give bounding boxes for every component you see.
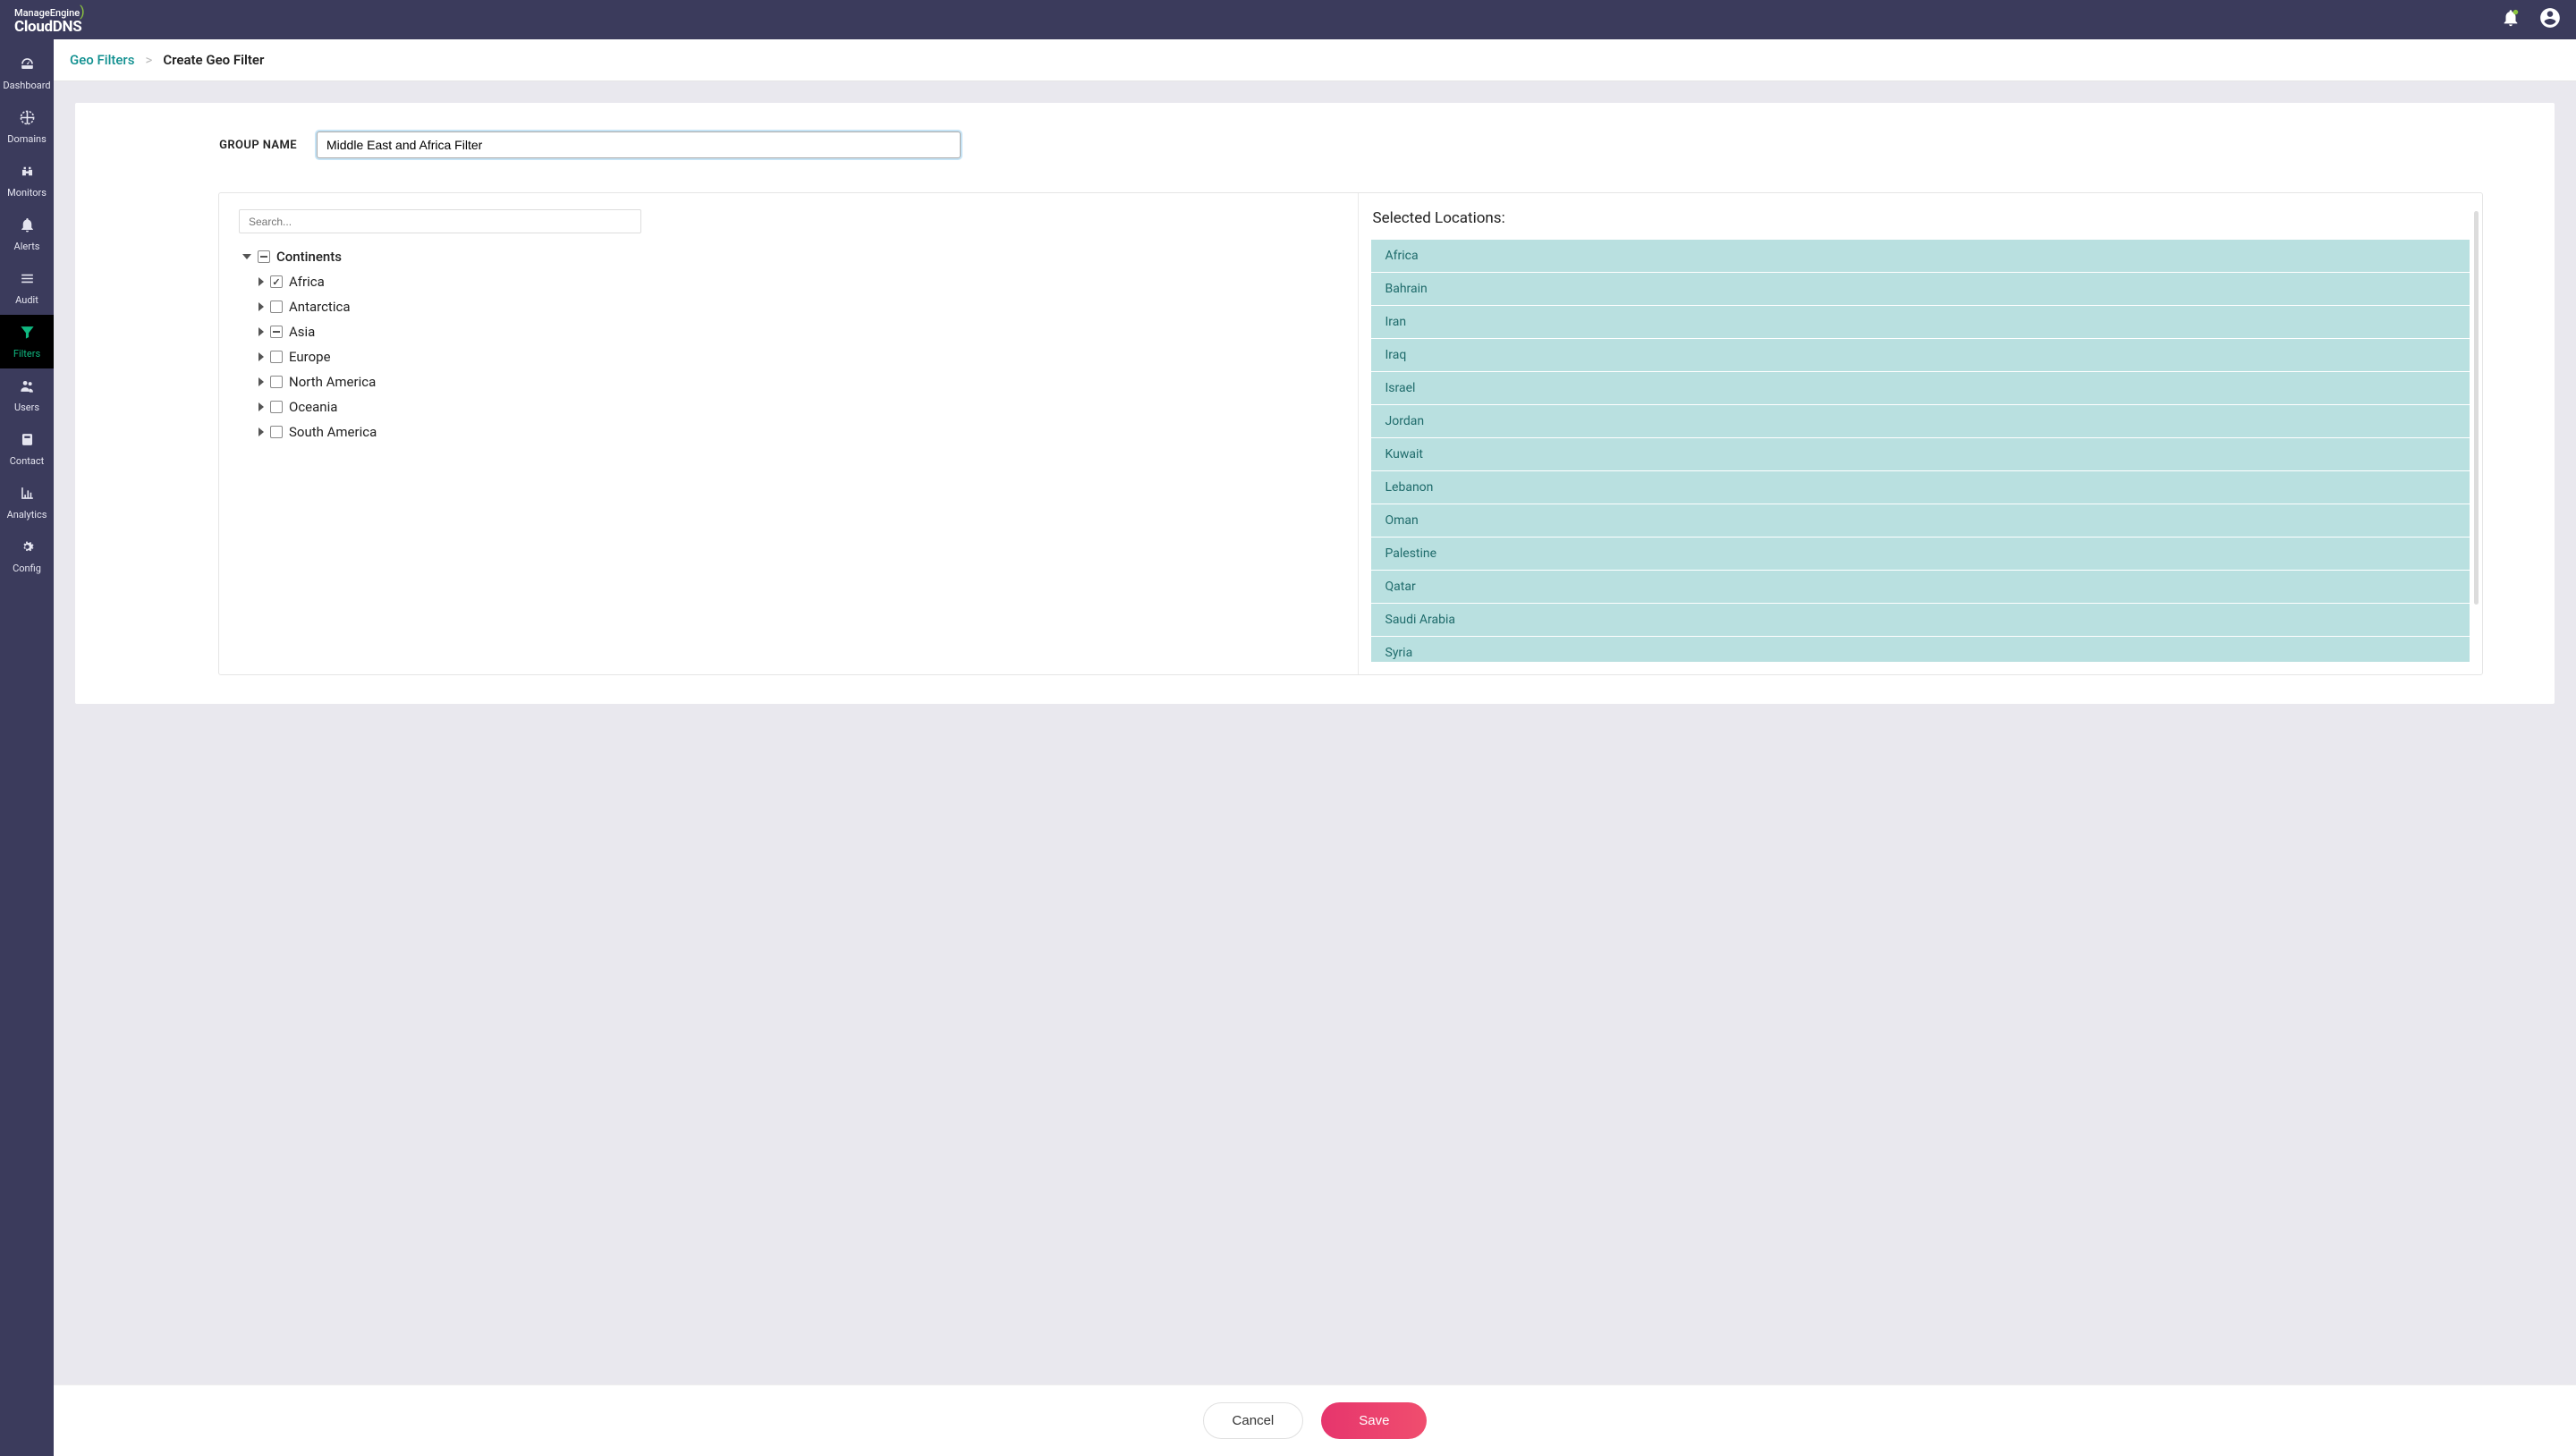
continent-checkbox[interactable] (270, 426, 283, 438)
footer-actions: Cancel Save (54, 1384, 2576, 1456)
gears-icon (19, 538, 36, 558)
sidebar-item-domains[interactable]: Domains (0, 100, 54, 154)
selected-location-item[interactable]: Jordan (1371, 405, 2470, 437)
logo-bottom: CloudDNS (14, 19, 85, 36)
expand-icon[interactable] (242, 254, 251, 259)
scrollbar[interactable] (2474, 211, 2479, 605)
tree-node-antarctica[interactable]: Antarctica (239, 294, 1338, 319)
sidebar-item-filters[interactable]: Filters (0, 315, 54, 368)
sidebar-item-label: Dashboard (3, 80, 50, 91)
sidebar-item-label: Filters (13, 348, 40, 360)
card-icon (19, 431, 36, 451)
sidebar-item-label: Analytics (7, 509, 47, 521)
continent-label: Asia (289, 324, 315, 340)
save-button[interactable]: Save (1321, 1402, 1427, 1439)
expand-icon[interactable] (258, 352, 264, 361)
breadcrumb: Geo Filters > Create Geo Filter (54, 39, 2576, 81)
users-icon (19, 377, 36, 397)
tree-node-europe[interactable]: Europe (239, 344, 1338, 369)
selected-location-item[interactable]: Iraq (1371, 339, 2470, 371)
tree-node-south-america[interactable]: South America (239, 419, 1338, 444)
notifications-icon[interactable] (2501, 8, 2521, 31)
continent-checkbox[interactable] (270, 401, 283, 413)
tree-node-north-america[interactable]: North America (239, 369, 1338, 394)
continent-label: Europe (289, 349, 331, 365)
tree-node-africa[interactable]: Africa (239, 269, 1338, 294)
continents-checkbox[interactable] (258, 250, 270, 263)
chart-icon (19, 485, 36, 504)
expand-icon[interactable] (258, 402, 264, 411)
sidebar-item-label: Contact (10, 455, 44, 467)
breadcrumb-separator: > (145, 52, 152, 68)
bell-icon (19, 216, 36, 236)
continent-checkbox[interactable] (270, 275, 283, 288)
location-tree: Continents Africa Antarctica Asia Europe Nor… (239, 244, 1338, 658)
selected-locations-title: Selected Locations: (1371, 209, 2470, 227)
sidebar: Dashboard Domains Monitors Alerts Audit Filte… (0, 39, 54, 1456)
sidebar-item-label: Alerts (14, 241, 40, 252)
tree-root-continents[interactable]: Continents (239, 244, 1338, 269)
continent-label: North America (289, 374, 376, 390)
selected-location-item[interactable]: Syria (1371, 637, 2470, 662)
expand-icon[interactable] (258, 302, 264, 311)
sidebar-item-monitors[interactable]: Monitors (0, 154, 54, 207)
list-icon (19, 270, 36, 290)
sidebar-item-users[interactable]: Users (0, 368, 54, 422)
breadcrumb-parent-link[interactable]: Geo Filters (70, 52, 134, 68)
continent-checkbox[interactable] (270, 351, 283, 363)
logo-top: ManageEngine (14, 7, 80, 19)
logo: ManageEngine) CloudDNS (14, 4, 85, 36)
selected-location-item[interactable]: Palestine (1371, 538, 2470, 570)
selected-location-item[interactable]: Africa (1371, 240, 2470, 272)
sidebar-item-config[interactable]: Config (0, 529, 54, 583)
tree-node-oceania[interactable]: Oceania (239, 394, 1338, 419)
selected-locations-list: AfricaBahrainIranIraqIsraelJordanKuwaitL… (1371, 240, 2470, 662)
gauge-icon (19, 55, 36, 75)
sidebar-item-label: Audit (15, 294, 38, 306)
sidebar-item-label: Monitors (7, 187, 47, 199)
expand-icon[interactable] (258, 327, 264, 336)
create-geo-filter-panel: GROUP NAME Continents (75, 103, 2555, 704)
selected-location-item[interactable]: Qatar (1371, 571, 2470, 603)
sidebar-item-audit[interactable]: Audit (0, 261, 54, 315)
continent-label: Africa (289, 274, 325, 290)
expand-icon[interactable] (258, 427, 264, 436)
group-name-label: GROUP NAME (129, 139, 317, 152)
selected-location-item[interactable]: Saudi Arabia (1371, 604, 2470, 636)
selected-location-item[interactable]: Kuwait (1371, 438, 2470, 470)
continent-label: Oceania (289, 399, 337, 415)
tree-node-asia[interactable]: Asia (239, 319, 1338, 344)
location-search-input[interactable] (239, 209, 641, 233)
sidebar-item-contact[interactable]: Contact (0, 422, 54, 476)
group-name-input[interactable] (317, 131, 961, 158)
funnel-icon (19, 324, 36, 343)
location-picker: Continents Africa Antarctica Asia Europe Nor… (218, 192, 2483, 675)
selected-location-item[interactable]: Lebanon (1371, 471, 2470, 504)
selected-location-item[interactable]: Bahrain (1371, 273, 2470, 305)
sidebar-item-label: Config (13, 563, 41, 574)
continent-checkbox[interactable] (270, 376, 283, 388)
sidebar-item-label: Domains (7, 133, 47, 145)
cancel-button[interactable]: Cancel (1203, 1402, 1304, 1439)
expand-icon[interactable] (258, 377, 264, 386)
selected-location-item[interactable]: Iran (1371, 306, 2470, 338)
continent-checkbox[interactable] (270, 326, 283, 338)
selected-location-item[interactable]: Israel (1371, 372, 2470, 404)
expand-icon[interactable] (258, 277, 264, 286)
tree-root-label: Continents (276, 249, 342, 265)
continent-label: Antarctica (289, 299, 351, 315)
selected-location-item[interactable]: Oman (1371, 504, 2470, 537)
sidebar-item-dashboard[interactable]: Dashboard (0, 47, 54, 100)
breadcrumb-current: Create Geo Filter (163, 52, 264, 68)
sidebar-item-label: Users (14, 402, 39, 413)
sidebar-item-alerts[interactable]: Alerts (0, 207, 54, 261)
continent-checkbox[interactable] (270, 301, 283, 313)
sidebar-item-analytics[interactable]: Analytics (0, 476, 54, 529)
topbar: ManageEngine) CloudDNS (0, 0, 2576, 39)
binoculars-icon (19, 163, 36, 182)
globe-icon (19, 109, 36, 129)
profile-icon[interactable] (2538, 6, 2562, 33)
continent-label: South America (289, 424, 377, 440)
